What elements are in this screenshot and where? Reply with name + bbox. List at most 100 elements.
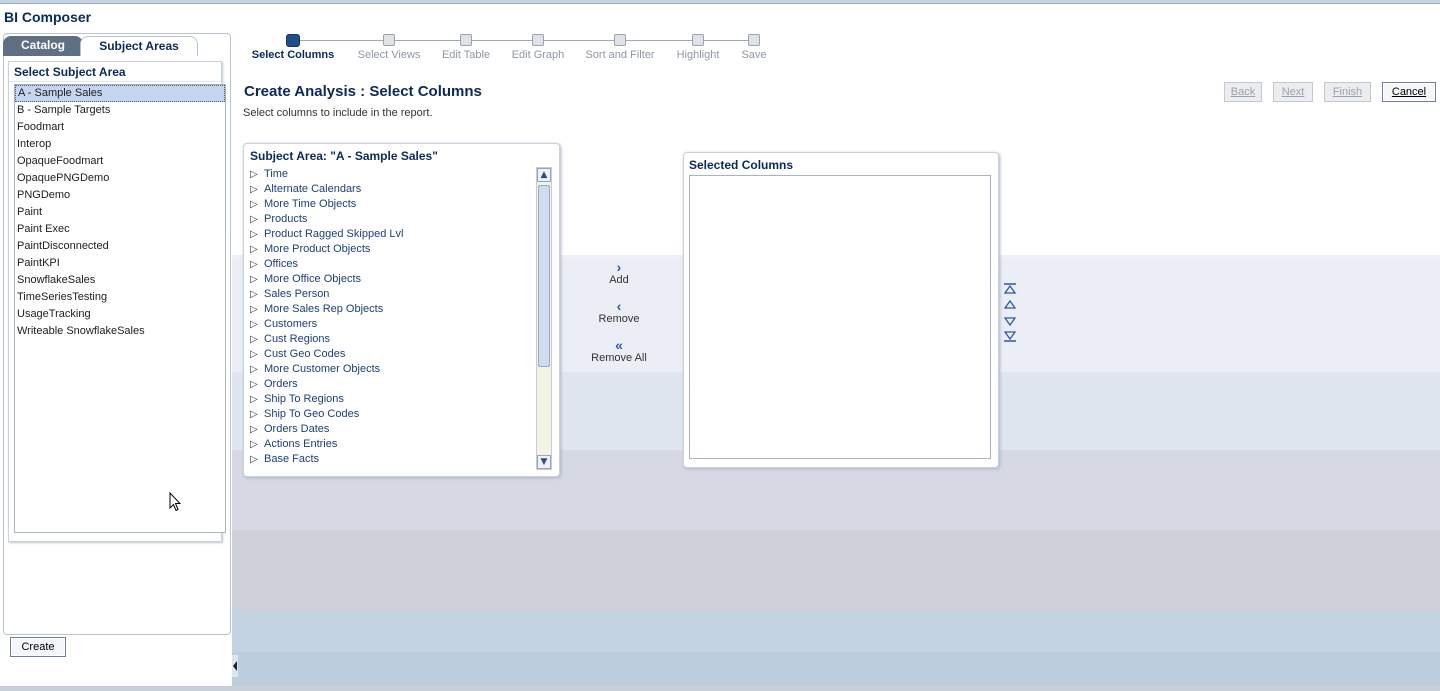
train-stop[interactable] bbox=[286, 34, 300, 47]
expand-triangle-icon[interactable]: ▷ bbox=[250, 392, 264, 407]
subject-area-item[interactable]: PaintKPI bbox=[15, 255, 225, 272]
subject-area-item[interactable]: Interop bbox=[15, 136, 225, 153]
train-stop[interactable] bbox=[383, 34, 395, 46]
background-band bbox=[232, 530, 1440, 610]
train-step-label[interactable]: Select Views bbox=[358, 49, 421, 61]
tree-folder-label: Customers bbox=[264, 318, 318, 330]
tree-folder-label: More Customer Objects bbox=[264, 363, 381, 375]
expand-triangle-icon[interactable]: ▷ bbox=[250, 167, 264, 182]
subject-area-item[interactable]: OpaqueFoodmart bbox=[15, 153, 225, 170]
expand-triangle-icon[interactable]: ▷ bbox=[250, 242, 264, 257]
tree-folder-item[interactable]: ▷ Cust Regions bbox=[250, 332, 535, 347]
train-stop[interactable] bbox=[460, 34, 472, 46]
expand-triangle-icon[interactable]: ▷ bbox=[250, 302, 264, 317]
tree-folder-item[interactable]: ▷ Sales Person bbox=[250, 287, 535, 302]
subject-area-item[interactable]: PaintDisconnected bbox=[15, 238, 225, 255]
remove-all-button[interactable]: « Remove All bbox=[590, 338, 648, 364]
expand-triangle-icon[interactable]: ▷ bbox=[250, 182, 264, 197]
tree-folder-item[interactable]: ▷ Time bbox=[250, 167, 535, 182]
move-down-icon[interactable] bbox=[1003, 315, 1017, 327]
expand-triangle-icon[interactable]: ▷ bbox=[250, 407, 264, 422]
expand-triangle-icon[interactable]: ▷ bbox=[250, 212, 264, 227]
subject-tree-heading: Subject Area: "A - Sample Sales" bbox=[250, 149, 438, 163]
subject-area-item[interactable]: Writeable SnowflakeSales bbox=[15, 323, 225, 340]
tree-folder-item[interactable]: ▷ Ship To Geo Codes bbox=[250, 407, 535, 422]
tree-folder-label: Ship To Geo Codes bbox=[264, 408, 360, 420]
train-step-label[interactable]: Select Columns bbox=[252, 49, 335, 61]
train-stop[interactable] bbox=[614, 34, 626, 46]
tree-folder-item[interactable]: ▷ Ship To Regions bbox=[250, 392, 535, 407]
tree-folder-item[interactable]: ▷ More Time Objects bbox=[250, 197, 535, 212]
expand-triangle-icon[interactable]: ▷ bbox=[250, 332, 264, 347]
tree-folder-item[interactable]: ▷ More Product Objects bbox=[250, 242, 535, 257]
expand-triangle-icon[interactable]: ▷ bbox=[250, 197, 264, 212]
remove-label: Remove bbox=[598, 313, 640, 325]
move-to-bottom-icon[interactable] bbox=[1003, 330, 1017, 342]
train-step-label[interactable]: Edit Table bbox=[442, 49, 490, 61]
expand-triangle-icon[interactable]: ▷ bbox=[250, 377, 264, 392]
tree-folder-label: Cust Regions bbox=[264, 333, 331, 345]
subject-area-item[interactable]: B - Sample Targets bbox=[15, 102, 225, 119]
tree-folder-item[interactable]: ▷ More Office Objects bbox=[250, 272, 535, 287]
tree-folder-label: Cust Geo Codes bbox=[264, 348, 346, 360]
add-button[interactable]: › Add bbox=[590, 260, 648, 286]
train-step-label[interactable]: Highlight bbox=[677, 49, 720, 61]
tab-subject-areas[interactable]: Subject Areas bbox=[80, 36, 198, 56]
finish-button[interactable]: Finish bbox=[1324, 82, 1371, 102]
tree-scrollbar[interactable]: ▲ ▼ bbox=[536, 167, 552, 470]
subject-area-item[interactable]: Paint bbox=[15, 204, 225, 221]
back-button[interactable]: Back bbox=[1224, 82, 1262, 102]
tree-folder-item[interactable]: ▷ Product Ragged Skipped Lvl bbox=[250, 227, 535, 242]
expand-triangle-icon[interactable]: ▷ bbox=[250, 317, 264, 332]
tree-folder-item[interactable]: ▷ Customers bbox=[250, 317, 535, 332]
subject-area-item[interactable]: OpaquePNGDemo bbox=[15, 170, 225, 187]
cancel-button[interactable]: Cancel bbox=[1382, 82, 1436, 102]
train-step-label[interactable]: Sort and Filter bbox=[585, 49, 654, 61]
scroll-thumb[interactable] bbox=[538, 185, 550, 367]
subject-area-item[interactable]: Paint Exec bbox=[15, 221, 225, 238]
train-step-label[interactable]: Save bbox=[741, 49, 766, 61]
expand-triangle-icon[interactable]: ▷ bbox=[250, 452, 264, 467]
subject-area-item[interactable]: PNGDemo bbox=[15, 187, 225, 204]
train-stop[interactable] bbox=[748, 34, 760, 46]
train-stop[interactable] bbox=[692, 34, 704, 46]
train-step-label[interactable]: Edit Graph bbox=[512, 49, 565, 61]
tree-folder-item[interactable]: ▷ Cust Geo Codes bbox=[250, 347, 535, 362]
expand-triangle-icon[interactable]: ▷ bbox=[250, 287, 264, 302]
expand-triangle-icon[interactable]: ▷ bbox=[250, 347, 264, 362]
expand-triangle-icon[interactable]: ▷ bbox=[250, 362, 264, 377]
subject-area-item[interactable]: SnowflakeSales bbox=[15, 272, 225, 289]
expand-triangle-icon[interactable]: ▷ bbox=[250, 227, 264, 242]
next-button[interactable]: Next bbox=[1273, 82, 1313, 102]
tree-folder-item[interactable]: ▷ Orders Dates bbox=[250, 422, 535, 437]
tree-folder-item[interactable]: ▷ More Sales Rep Objects bbox=[250, 302, 535, 317]
background-band bbox=[232, 610, 1440, 652]
tree-folder-item[interactable]: ▷ Actions Entries bbox=[250, 437, 535, 452]
tree-folder-item[interactable]: ▷ Orders bbox=[250, 377, 535, 392]
scroll-up-icon[interactable]: ▲ bbox=[537, 168, 551, 182]
remove-button[interactable]: ‹ Remove bbox=[590, 299, 648, 325]
expand-triangle-icon[interactable]: ▷ bbox=[250, 272, 264, 287]
subject-area-item[interactable]: Foodmart bbox=[15, 119, 225, 136]
expand-triangle-icon[interactable]: ▷ bbox=[250, 257, 264, 272]
expand-triangle-icon[interactable]: ▷ bbox=[250, 437, 264, 452]
train-stop[interactable] bbox=[532, 34, 544, 46]
subject-area-list[interactable]: A - Sample Sales B - Sample Targets Foodma… bbox=[14, 84, 226, 533]
tree-folder-item[interactable]: ▷ More Customer Objects bbox=[250, 362, 535, 377]
tree-folder-item[interactable]: ▷ Base Facts bbox=[250, 452, 535, 467]
move-to-top-icon[interactable] bbox=[1003, 283, 1017, 295]
subject-area-item[interactable]: UsageTracking bbox=[15, 306, 225, 323]
collapse-panel-icon[interactable] bbox=[232, 655, 238, 677]
tree-folder-item[interactable]: ▷ Alternate Calendars bbox=[250, 182, 535, 197]
tree-folder-item[interactable]: ▷ Offices bbox=[250, 257, 535, 272]
selected-columns-list[interactable] bbox=[689, 175, 991, 459]
tree-folder-item[interactable]: ▷ Products bbox=[250, 212, 535, 227]
move-up-icon[interactable] bbox=[1003, 299, 1017, 311]
tab-catalog[interactable]: Catalog bbox=[3, 36, 83, 56]
subject-area-item[interactable]: A - Sample Sales bbox=[15, 85, 225, 102]
subject-area-item[interactable]: TimeSeriesTesting bbox=[15, 289, 225, 306]
scroll-down-icon[interactable]: ▼ bbox=[537, 455, 551, 469]
create-button[interactable]: Create bbox=[10, 637, 66, 657]
tree-folder-label: Base Facts bbox=[264, 453, 320, 465]
expand-triangle-icon[interactable]: ▷ bbox=[250, 422, 264, 437]
